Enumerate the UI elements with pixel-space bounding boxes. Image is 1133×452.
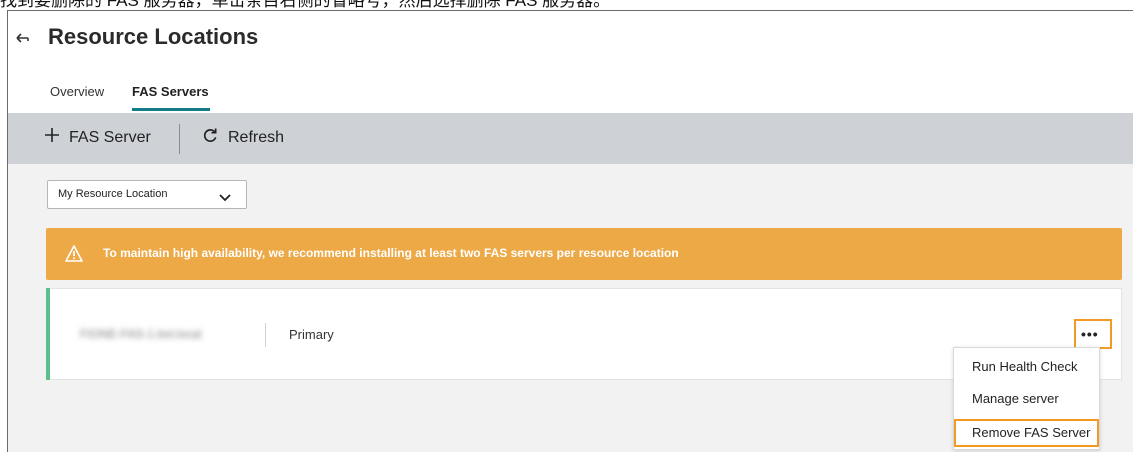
- context-menu: Run Health Check Manage server Remove FA…: [953, 347, 1100, 450]
- server-role: Primary: [289, 327, 334, 342]
- tab-fas-servers[interactable]: FAS Servers: [132, 84, 209, 99]
- card-divider: [265, 323, 266, 347]
- resource-location-value: My Resource Location: [58, 188, 168, 200]
- toolbar-divider: [179, 124, 180, 154]
- plus-icon: [45, 128, 59, 147]
- resource-location-select[interactable]: My Resource Location: [47, 180, 247, 209]
- instruction-caption: 找到要删除的 FAS 服务器，单击条目右侧的省略号，然后选择删除 FAS 服务器…: [0, 0, 611, 10]
- more-options-button[interactable]: •••: [1074, 319, 1112, 349]
- add-fas-server-button[interactable]: FAS Server: [45, 128, 151, 147]
- menu-item-remove-fas-server[interactable]: Remove FAS Server: [954, 419, 1099, 447]
- content-area: My Resource Location To maintain high av…: [8, 164, 1133, 452]
- chevron-down-icon: [218, 190, 232, 202]
- tab-overview[interactable]: Overview: [50, 84, 104, 99]
- add-fas-server-label: FAS Server: [69, 128, 151, 146]
- ellipsis-icon: •••: [1081, 326, 1099, 342]
- warning-banner: To maintain high availability, we recomm…: [46, 228, 1122, 280]
- refresh-icon: [203, 128, 218, 148]
- refresh-button[interactable]: Refresh: [203, 128, 284, 148]
- toolbar: FAS Server Refresh: [8, 113, 1133, 164]
- warning-message: To maintain high availability, we recomm…: [103, 246, 679, 260]
- page-title: Resource Locations: [48, 24, 259, 49]
- active-tab-indicator: [132, 108, 210, 111]
- status-accent-bar: [46, 288, 50, 380]
- warning-icon: [65, 245, 83, 262]
- back-arrow-icon[interactable]: [13, 30, 33, 46]
- menu-item-run-health-check[interactable]: Run Health Check: [954, 353, 1099, 381]
- refresh-label: Refresh: [228, 129, 285, 146]
- menu-item-manage-server[interactable]: Manage server: [954, 385, 1099, 413]
- server-name: FIONE-FAS-1.bvt.local: [80, 327, 202, 341]
